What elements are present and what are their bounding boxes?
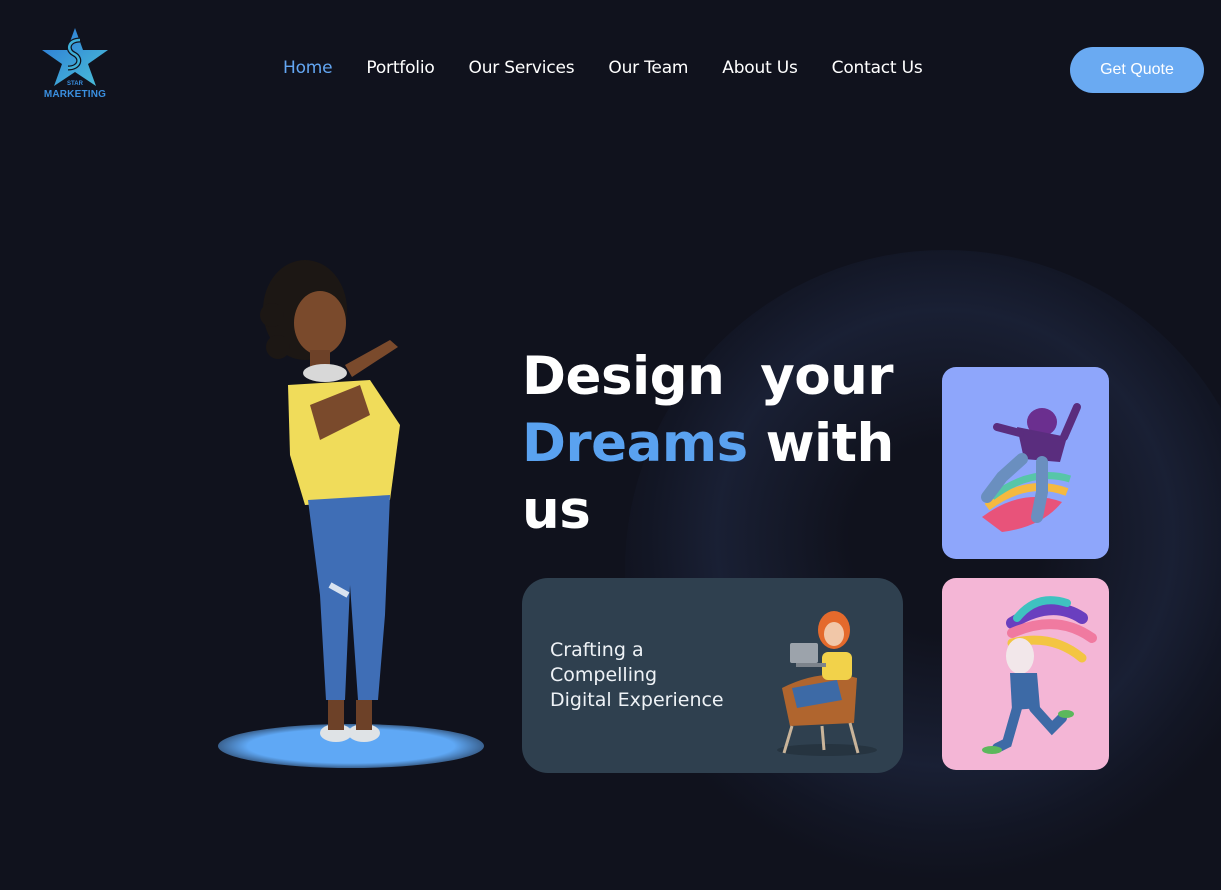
nav-contact-us[interactable]: Contact Us bbox=[832, 58, 923, 78]
logo-top-text: STAR bbox=[67, 81, 83, 87]
main-nav: Home Portfolio Our Services Our Team Abo… bbox=[283, 58, 957, 78]
nav-portfolio[interactable]: Portfolio bbox=[366, 58, 434, 78]
hero-line-1: Design your bbox=[522, 346, 894, 407]
logo-text: MARKETING bbox=[43, 89, 107, 100]
card-text-line-3: Digital Experience bbox=[550, 689, 724, 711]
running-figure-illustration bbox=[982, 596, 1097, 754]
hero-accent-word: Dreams bbox=[522, 413, 748, 474]
woman-3d-illustration bbox=[260, 260, 400, 742]
hero-line-2: Dreams with bbox=[522, 410, 894, 477]
hero-heading: Design your Dreams with us bbox=[522, 343, 894, 544]
get-quote-button[interactable]: Get Quote bbox=[1070, 47, 1204, 93]
hero-line-3: us bbox=[522, 480, 591, 541]
dancing-man-tile bbox=[942, 367, 1109, 559]
nav-home[interactable]: Home bbox=[283, 58, 333, 78]
girl-laptop-chair-illustration bbox=[777, 611, 877, 756]
hero-card-text: Crafting a Compelling Digital Experience bbox=[550, 638, 770, 713]
card-text-line-1: Crafting a bbox=[550, 639, 644, 661]
running-figure-tile bbox=[942, 578, 1109, 770]
star-marketing-logo[interactable]: STAR MARKETING bbox=[40, 26, 110, 102]
nav-about-us[interactable]: About Us bbox=[722, 58, 798, 78]
card-text-line-2: Compelling bbox=[550, 664, 658, 686]
nav-our-team[interactable]: Our Team bbox=[608, 58, 688, 78]
dancing-man-illustration bbox=[981, 403, 1081, 532]
star-logo-icon bbox=[42, 28, 108, 86]
hero-line-2-rest: with bbox=[747, 413, 895, 474]
hero-card: Crafting a Compelling Digital Experience bbox=[522, 578, 903, 773]
nav-our-services[interactable]: Our Services bbox=[469, 58, 575, 78]
